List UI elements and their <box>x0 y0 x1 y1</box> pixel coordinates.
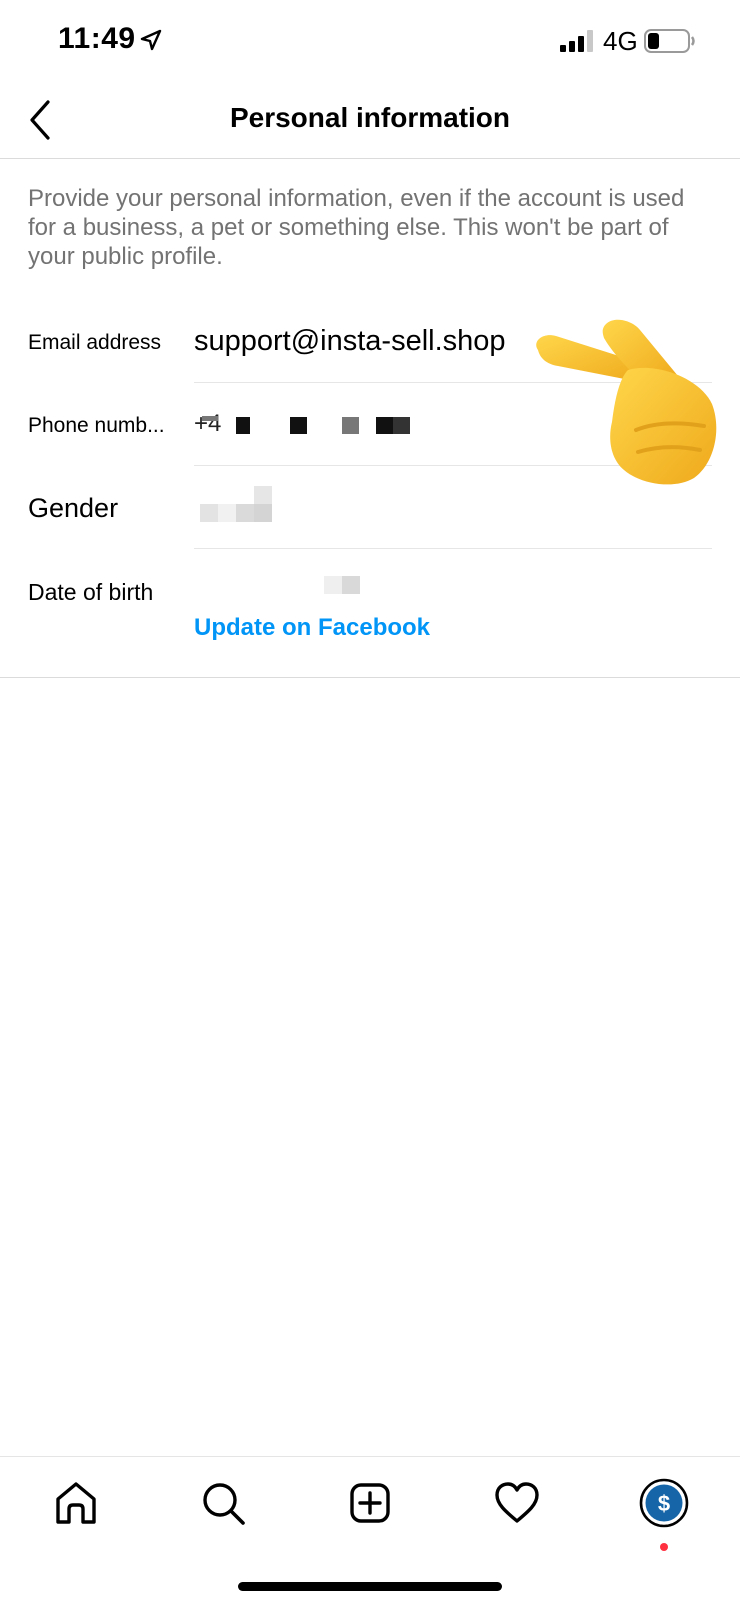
email-field[interactable]: support@insta-sell.shop <box>194 325 506 358</box>
page-title: Personal information <box>229 102 511 133</box>
cellular-signal-icon <box>560 30 596 52</box>
battery-low-icon <box>644 28 696 54</box>
redacted-block <box>254 486 272 504</box>
svg-text:$: $ <box>658 1491 670 1516</box>
status-bar: 11:49 4G <box>0 0 740 84</box>
bottom-tab-bar: $ <box>0 1456 740 1601</box>
date-of-birth-field[interactable] <box>324 576 360 594</box>
dollar-avatar-icon: $ <box>639 1478 689 1528</box>
redacted-block <box>393 417 410 434</box>
redacted-block <box>342 417 359 434</box>
tab-search[interactable] <box>197 1477 249 1529</box>
phone-prefix: +4 <box>194 410 222 437</box>
plus-square-icon <box>350 1483 390 1523</box>
location-arrow-icon <box>140 29 162 51</box>
network-type: 4G <box>603 26 638 56</box>
divider <box>194 548 712 549</box>
redacted-block <box>324 576 342 594</box>
search-icon <box>203 1483 245 1525</box>
tab-home[interactable] <box>50 1477 102 1529</box>
section-divider <box>0 677 740 678</box>
redacted-block <box>218 504 236 522</box>
redacted-block <box>236 504 254 522</box>
update-on-facebook-link[interactable]: Update on Facebook <box>194 614 430 642</box>
phone-label: Phone numb... <box>28 414 165 437</box>
phone-field[interactable]: +4 <box>194 408 434 438</box>
email-label: Email address <box>28 331 162 354</box>
status-time: 11:49 <box>58 22 136 55</box>
gender-label: Gender <box>28 493 119 523</box>
home-indicator <box>238 1582 502 1591</box>
gender-field[interactable] <box>200 486 272 522</box>
date-of-birth-label: Date of birth <box>28 579 154 605</box>
redacted-block <box>202 416 218 421</box>
redacted-block <box>236 417 250 434</box>
redacted-block <box>290 417 307 434</box>
redacted-block <box>254 504 272 522</box>
nav-header: Personal information <box>0 84 740 159</box>
tab-profile[interactable]: $ <box>638 1477 690 1529</box>
tab-new-post[interactable] <box>344 1477 396 1529</box>
redacted-block <box>342 576 360 594</box>
home-icon <box>56 1482 96 1524</box>
pointing-hand-icon <box>528 318 720 492</box>
redacted-block <box>200 504 218 522</box>
redacted-block <box>376 417 393 434</box>
notification-dot <box>660 1543 668 1551</box>
tab-activity[interactable] <box>491 1477 543 1529</box>
description-text: Provide your personal information, even … <box>28 185 685 270</box>
heart-icon <box>495 1482 539 1523</box>
